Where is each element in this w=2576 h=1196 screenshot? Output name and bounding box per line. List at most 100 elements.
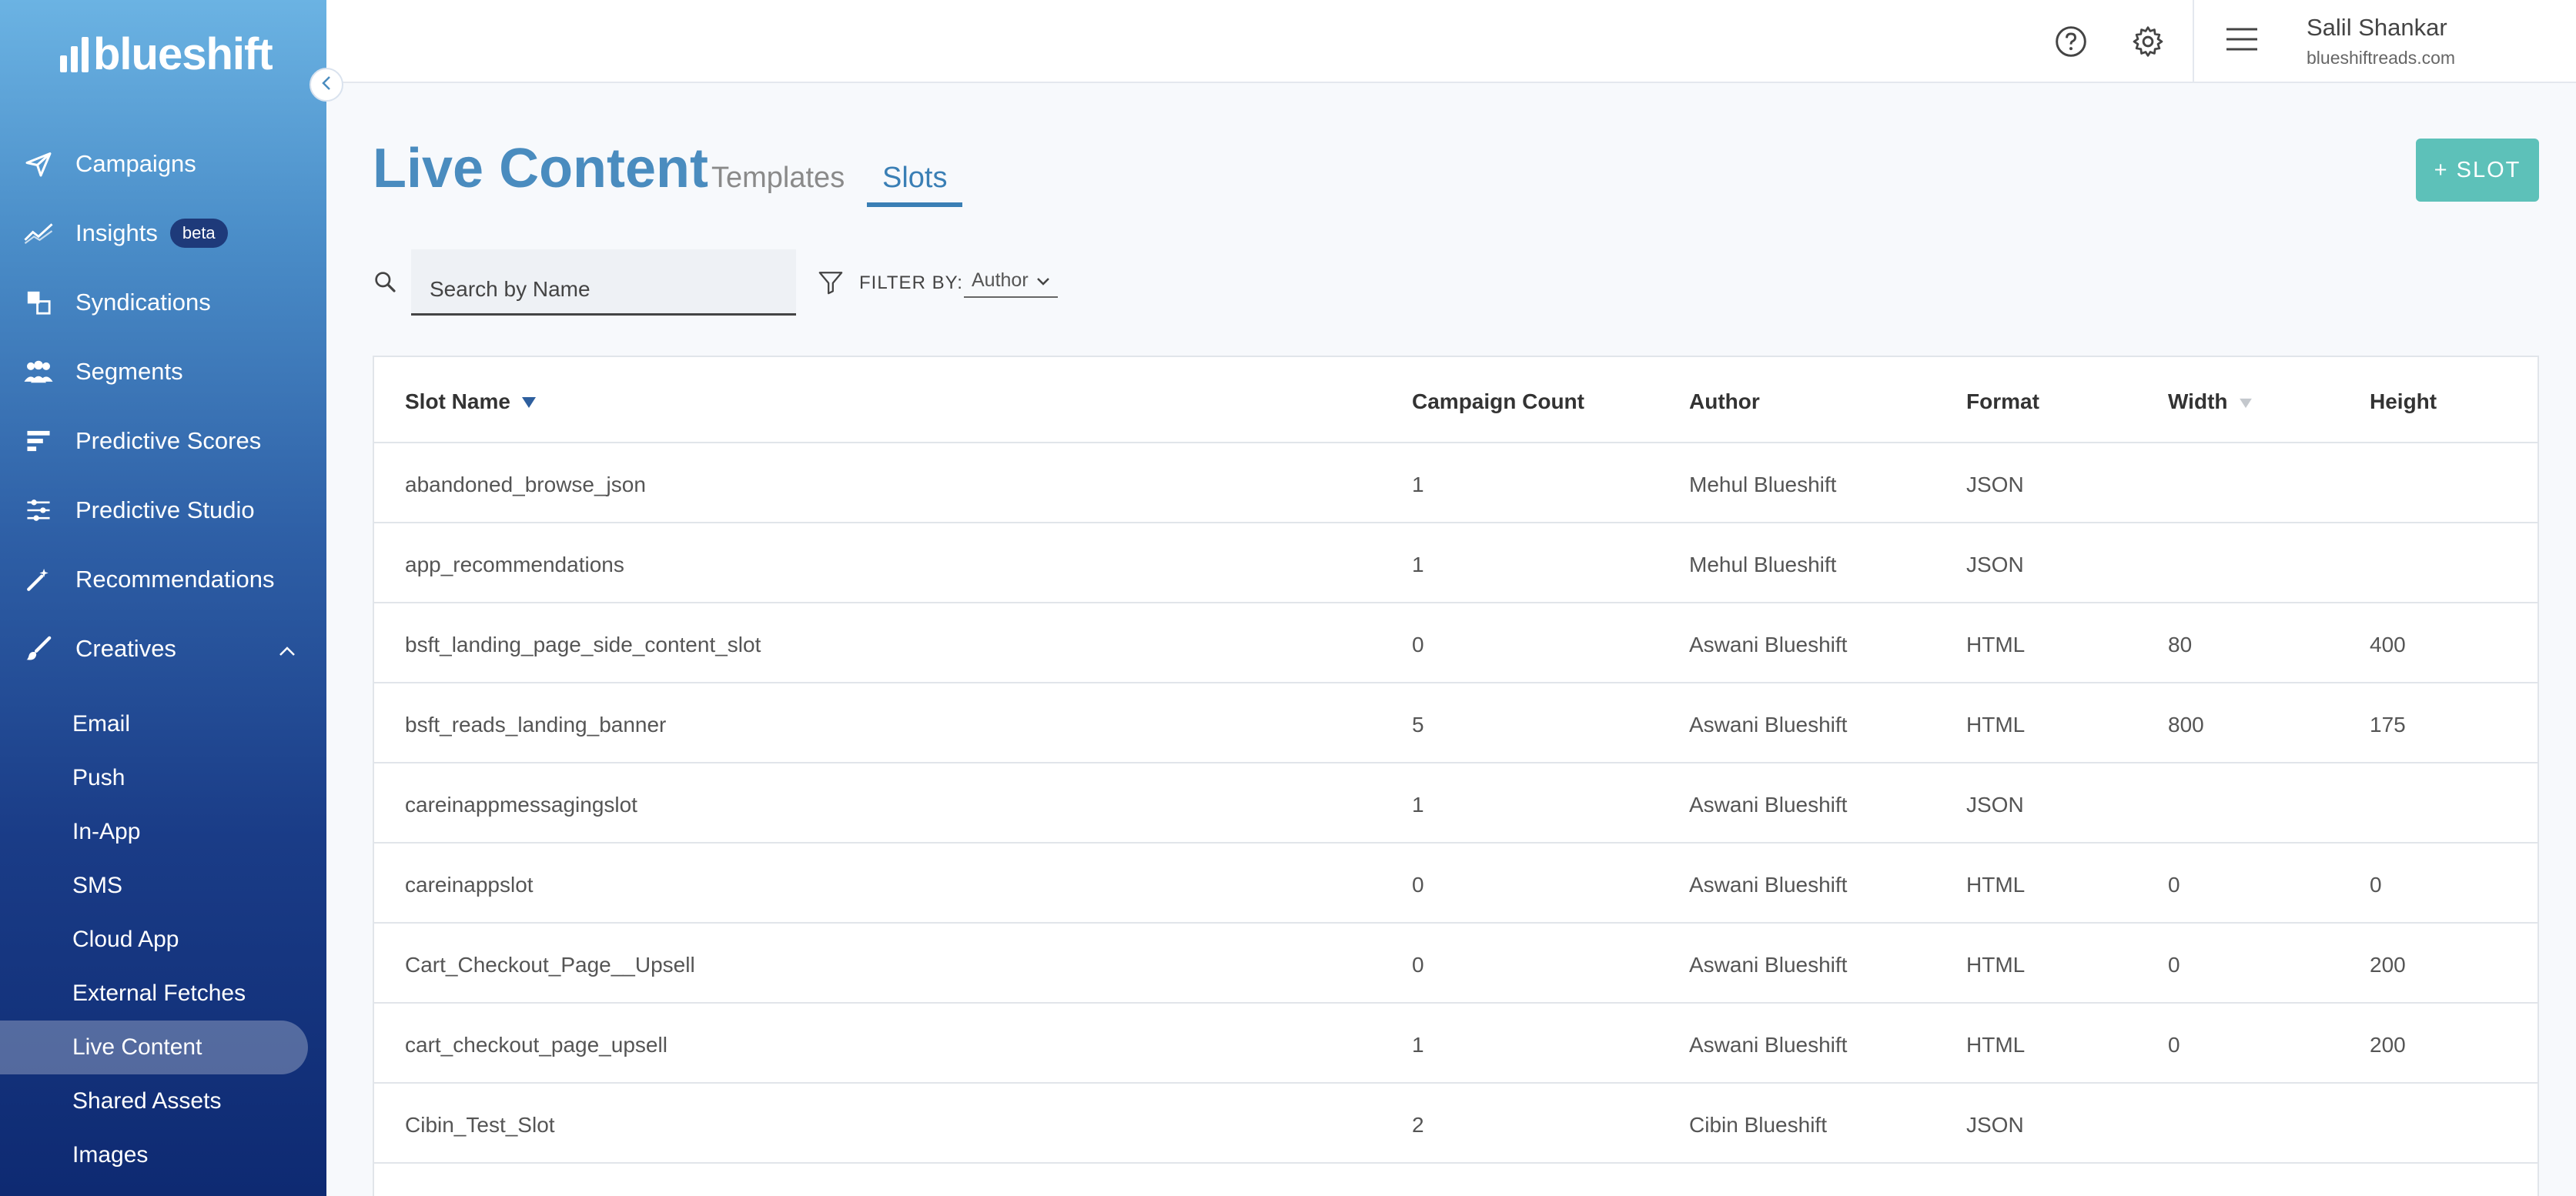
filter-author-dropdown[interactable]: Author (964, 269, 1058, 298)
sidebar-item-label: Campaigns (75, 150, 196, 177)
user-domain: blueshiftreads.com (2307, 48, 2456, 68)
subnav-item-sms[interactable]: SMS (0, 859, 308, 913)
cell-format: HTML (1966, 873, 2026, 897)
beta-badge: beta (169, 219, 228, 248)
table-row[interactable]: bsft_reads_landing_banner 5 Aswani Blues… (374, 683, 2538, 763)
cell-author: Mehul Blueshift (1689, 553, 1837, 576)
table-row[interactable]: cart_checkout_page_upsell 1 Aswani Blues… (374, 1004, 2538, 1084)
cell-height: 175 (2370, 713, 2406, 737)
cell-slot-name[interactable]: careinappslot (405, 873, 534, 897)
sidebar-item-label: Predictive Studio (75, 496, 255, 523)
search-icon (373, 269, 397, 298)
sidebar-item-predictive-studio[interactable]: Predictive Studio (0, 476, 326, 545)
cell-width: 800 (2168, 713, 2204, 737)
column-campaign-count[interactable]: Campaign Count (1412, 389, 1584, 414)
chevron-down-icon (1036, 269, 1050, 292)
logo[interactable]: blueshift (60, 32, 273, 77)
cell-campaign-count: 1 (1412, 473, 1424, 496)
table-row[interactable]: Cibin_Test_Slot 2 Cibin Blueshift JSON (374, 1084, 2538, 1164)
cell-width: 0 (2168, 1033, 2180, 1057)
table-row[interactable]: careinappslot 0 Aswani Blueshift HTML 0 … (374, 844, 2538, 924)
table-row[interactable]: careinappmessagingslot 1 Aswani Blueshif… (374, 763, 2538, 844)
sidebar-item-campaigns[interactable]: Campaigns (0, 129, 326, 199)
users-icon (23, 356, 54, 387)
cell-width: 0 (2168, 873, 2180, 897)
cell-format: HTML (1966, 1033, 2026, 1057)
table-row[interactable]: bsft_landing_page_side_content_slot 0 As… (374, 603, 2538, 683)
subnav-item-live-content[interactable]: Live Content (0, 1021, 308, 1074)
table-row[interactable]: abandoned_browse_json 1 Mehul Blueshift … (374, 443, 2538, 523)
collapse-sidebar-button[interactable] (309, 68, 343, 102)
column-author[interactable]: Author (1689, 389, 1760, 414)
bars-icon (23, 426, 54, 456)
cell-slot-name[interactable]: bsft_landing_page_side_content_slot (405, 633, 761, 657)
cell-height: 0 (2370, 873, 2382, 897)
cell-height: 200 (2370, 1033, 2406, 1057)
cell-author: Aswani Blueshift (1689, 713, 1848, 737)
user-menu[interactable]: Salil Shankar blueshiftreads.com (2193, 0, 2576, 82)
sidebar-nav: Campaigns Insights beta Syndications Seg… (0, 129, 326, 1182)
cell-campaign-count: 0 (1412, 873, 1424, 897)
subnav-item-push[interactable]: Push (0, 751, 308, 805)
sort-down-icon (521, 389, 537, 414)
cell-format: JSON (1966, 793, 2024, 817)
cell-author: Aswani Blueshift (1689, 633, 1848, 656)
sidebar-item-predictive-scores[interactable]: Predictive Scores (0, 406, 326, 476)
cell-slot-name[interactable]: abandoned_browse_json (405, 473, 646, 497)
search-input[interactable] (411, 249, 796, 316)
sidebar-item-syndications[interactable]: Syndications (0, 268, 326, 337)
gear-icon[interactable] (2128, 22, 2168, 62)
sort-down-icon (2239, 389, 2253, 414)
tab-templates[interactable]: Templates (711, 162, 845, 195)
cell-slot-name[interactable]: app_recommendations (405, 553, 624, 577)
table-header: Slot Name Campaign Count Author Format W… (374, 357, 2538, 443)
cell-author: Aswani Blueshift (1689, 953, 1848, 977)
filter-icon (818, 269, 844, 299)
subnav-item-images[interactable]: Images (0, 1128, 308, 1182)
cell-slot-name[interactable]: cart_checkout_page_upsell (405, 1033, 667, 1057)
cell-slot-name[interactable]: Cibin_Test_Slot (405, 1113, 555, 1138)
cell-campaign-count: 1 (1412, 553, 1424, 576)
magic-wand-icon (23, 564, 54, 595)
sidebar-item-label: Creatives (75, 635, 176, 662)
add-slot-button[interactable]: + SLOT (2416, 139, 2539, 202)
cell-format: JSON (1966, 553, 2024, 576)
subnav-item-email[interactable]: Email (0, 697, 308, 751)
help-icon[interactable] (2051, 22, 2091, 62)
cell-format: HTML (1966, 633, 2026, 656)
subnav-item-shared-assets[interactable]: Shared Assets (0, 1074, 308, 1128)
cell-slot-name[interactable]: Cart_Checkout_Page__Upsell (405, 953, 695, 977)
column-format[interactable]: Format (1966, 389, 2039, 414)
cell-campaign-count: 2 (1412, 1113, 1424, 1137)
subnav-item-external-fetches[interactable]: External Fetches (0, 967, 308, 1021)
sidebar-item-segments[interactable]: Segments (0, 337, 326, 406)
subnav-item-in-app[interactable]: In-App (0, 805, 308, 859)
hamburger-icon[interactable] (2225, 26, 2259, 56)
table-row[interactable]: Cart_Checkout_Page__Upsell 0 Aswani Blue… (374, 924, 2538, 1004)
cell-campaign-count: 1 (1412, 793, 1424, 817)
logo-text: blueshift (93, 29, 273, 79)
column-label: Width (2168, 389, 2228, 413)
brush-icon (23, 633, 54, 664)
sidebar-item-recommendations[interactable]: Recommendations (0, 545, 326, 614)
cell-author: Aswani Blueshift (1689, 1033, 1848, 1057)
sidebar-item-insights[interactable]: Insights beta (0, 199, 326, 268)
column-label: Slot Name (405, 389, 510, 413)
sidebar-item-label: Segments (75, 358, 183, 385)
sidebar-item-label: Recommendations (75, 566, 275, 593)
cell-slot-name[interactable]: bsft_reads_landing_banner (405, 713, 666, 737)
chevron-up-icon[interactable] (279, 635, 296, 663)
user-name: Salil Shankar (2307, 14, 2447, 41)
subnav-item-cloud-app[interactable]: Cloud App (0, 913, 308, 967)
sidebar-item-creatives[interactable]: Creatives (0, 614, 326, 683)
sidebar-item-label: Syndications (75, 289, 211, 316)
column-width[interactable]: Width (2168, 389, 2253, 414)
tab-slots[interactable]: Slots (867, 162, 963, 207)
column-slot-name[interactable]: Slot Name (405, 389, 537, 414)
cell-slot-name[interactable]: careinappmessagingslot (405, 793, 637, 817)
column-height[interactable]: Height (2370, 389, 2437, 414)
table-row[interactable]: app_recommendations 1 Mehul Blueshift JS… (374, 523, 2538, 603)
cell-width: 0 (2168, 953, 2180, 977)
cell-author: Aswani Blueshift (1689, 793, 1848, 817)
cell-author: Cibin Blueshift (1689, 1113, 1827, 1137)
